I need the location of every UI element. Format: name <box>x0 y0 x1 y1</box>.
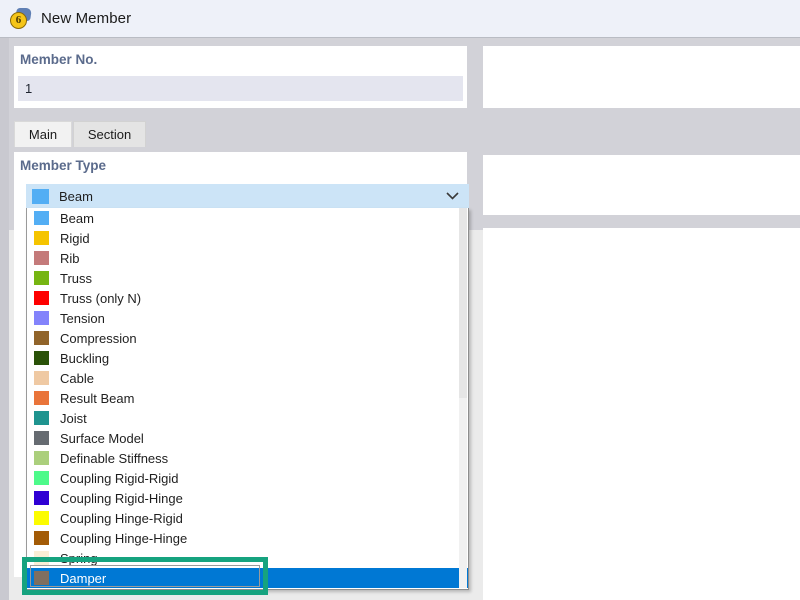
option-label: Coupling Rigid-Hinge <box>60 490 183 506</box>
dropdown-option-beam[interactable]: Beam <box>27 208 461 228</box>
option-label: Truss (only N) <box>60 290 142 306</box>
dropdown-option-coupling-hinge-rigid[interactable]: Coupling Hinge-Rigid <box>27 508 461 528</box>
option-label: Result Beam <box>60 390 135 406</box>
option-color-swatch <box>34 451 49 465</box>
option-label: Compression <box>60 330 137 346</box>
option-color-swatch <box>34 211 49 225</box>
member-no-group: Member No. <box>14 46 467 108</box>
member-type-selected-value: Beam <box>59 188 93 204</box>
dropdown-option-spring[interactable]: Spring <box>27 548 461 568</box>
app-icon-number-badge: 6 <box>10 11 27 29</box>
member-no-input[interactable] <box>18 76 463 101</box>
right-panel-lower <box>483 228 800 600</box>
dropdown-scrollbar[interactable] <box>459 208 467 588</box>
option-color-swatch <box>34 551 49 565</box>
dropdown-option-cable[interactable]: Cable <box>27 368 461 388</box>
chevron-down-icon[interactable] <box>441 192 463 200</box>
option-label: Buckling <box>60 350 110 366</box>
option-label: Definable Stiffness <box>60 450 169 466</box>
option-color-swatch <box>34 251 49 265</box>
option-color-swatch <box>34 571 49 585</box>
member-no-label: Member No. <box>20 52 98 67</box>
member-type-dropdown-list[interactable]: Beam Rigid Rib Truss Truss (only N) Tension Co… <box>26 208 469 590</box>
dropdown-option-surface-model[interactable]: Surface Model <box>27 428 461 448</box>
option-label: Beam <box>60 210 94 226</box>
option-label: Rigid <box>60 230 90 246</box>
tab-section[interactable]: Section <box>73 121 146 147</box>
right-panel-middle <box>483 155 800 215</box>
dropdown-options: Beam Rigid Rib Truss Truss (only N) Tension Co… <box>27 208 468 588</box>
dropdown-option-coupling-rigid-hinge[interactable]: Coupling Rigid-Hinge <box>27 488 461 508</box>
option-color-swatch <box>34 271 49 285</box>
dropdown-option-compression[interactable]: Compression <box>27 328 461 348</box>
app-badge-icon: 6 <box>10 7 32 30</box>
member-type-combobox[interactable]: Beam <box>26 184 469 208</box>
option-color-swatch <box>34 491 49 505</box>
option-label: Joist <box>60 410 87 426</box>
option-label: Truss <box>60 270 93 286</box>
dropdown-scrollbar-thumb[interactable] <box>459 208 467 398</box>
title-bar: 6 New Member <box>0 0 800 38</box>
dropdown-option-result-beam[interactable]: Result Beam <box>27 388 461 408</box>
option-color-swatch <box>34 311 49 325</box>
option-label: Damper <box>60 570 107 586</box>
dropdown-option-truss-only-n[interactable]: Truss (only N) <box>27 288 461 308</box>
option-label: Tension <box>60 310 105 326</box>
dropdown-option-tension[interactable]: Tension <box>27 308 461 328</box>
option-label: Spring <box>60 550 98 566</box>
dropdown-option-buckling[interactable]: Buckling <box>27 348 461 368</box>
option-label: Coupling Hinge-Hinge <box>60 530 188 546</box>
option-label: Coupling Rigid-Rigid <box>60 470 179 486</box>
member-type-color-swatch <box>32 188 49 204</box>
option-color-swatch <box>34 471 49 485</box>
option-label: Rib <box>60 250 80 266</box>
option-color-swatch <box>34 431 49 445</box>
option-color-swatch <box>34 231 49 245</box>
dropdown-option-damper[interactable]: Damper <box>27 568 468 588</box>
option-color-swatch <box>34 351 49 365</box>
tab-strip: Main Section <box>14 121 467 147</box>
window-title: New Member <box>41 10 132 27</box>
option-color-swatch <box>34 511 49 525</box>
option-color-swatch <box>34 391 49 405</box>
dropdown-option-truss[interactable]: Truss <box>27 268 461 288</box>
dropdown-option-definable-stiffness[interactable]: Definable Stiffness <box>27 448 461 468</box>
option-color-swatch <box>34 411 49 425</box>
option-color-swatch <box>34 331 49 345</box>
dropdown-option-joist[interactable]: Joist <box>27 408 461 428</box>
member-type-label: Member Type <box>20 158 107 173</box>
dropdown-option-coupling-hinge-hinge[interactable]: Coupling Hinge-Hinge <box>27 528 461 548</box>
right-panel-top <box>483 46 800 108</box>
dropdown-option-coupling-rigid-rigid[interactable]: Coupling Rigid-Rigid <box>27 468 461 488</box>
option-label: Surface Model <box>60 430 144 446</box>
option-color-swatch <box>34 371 49 385</box>
dropdown-option-rigid[interactable]: Rigid <box>27 228 461 248</box>
option-color-swatch <box>34 291 49 305</box>
tab-main[interactable]: Main <box>14 121 72 147</box>
option-label: Coupling Hinge-Rigid <box>60 510 183 526</box>
window-left-edge <box>0 38 9 600</box>
option-label: Cable <box>60 370 94 386</box>
option-color-swatch <box>34 531 49 545</box>
dropdown-option-rib[interactable]: Rib <box>27 248 461 268</box>
